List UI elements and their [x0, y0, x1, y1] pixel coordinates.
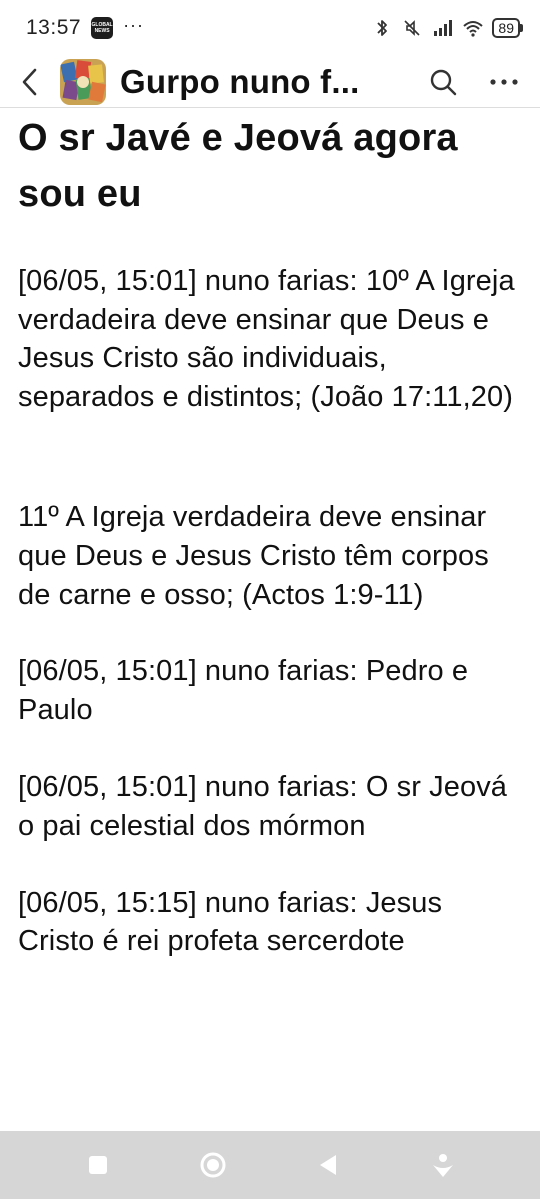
back-button[interactable]: [0, 56, 60, 108]
system-nav-bar: [0, 1131, 540, 1199]
back-arrow-icon: [22, 68, 37, 95]
bluetooth-icon: [372, 18, 392, 38]
notification-dots: ···: [123, 14, 145, 35]
status-right: 89: [372, 18, 523, 38]
back-icon: [319, 1155, 336, 1175]
more-icon: [490, 78, 518, 85]
recents-icon: [88, 1156, 107, 1174]
message-paragraph-5: [06/05, 15:15] nuno farias: Jesus Cristo…: [18, 886, 451, 958]
more-button[interactable]: [468, 56, 540, 108]
muted-icon: [402, 18, 422, 38]
battery-icon: 89: [492, 18, 523, 38]
status-left: 13:57 GLOBAL NEWS ···: [26, 14, 145, 40]
assistant-icon: [432, 1154, 453, 1177]
message-paragraph-1: [06/05, 15:01] nuno farias: 10º A Igreja…: [18, 265, 523, 413]
home-icon: [200, 1152, 225, 1178]
message-paragraph-3: [06/05, 15:01] nuno farias: Pedro e Paul…: [18, 655, 477, 726]
message-paragraph-2: 11º A Igreja verdadeira deve ensinar que…: [18, 501, 497, 611]
status-bar: 13:57 GLOBAL NEWS ··· 89: [0, 0, 540, 56]
recents-button[interactable]: [68, 1135, 128, 1195]
note-title: O sr Javé e Jeová agora sou eu: [18, 117, 458, 215]
search-button[interactable]: [418, 56, 468, 108]
signal-icon: [432, 18, 453, 38]
home-button[interactable]: [183, 1135, 243, 1195]
status-time: 13:57: [26, 16, 82, 39]
chat-title[interactable]: Gurpo nuno f...: [120, 63, 418, 101]
message-content[interactable]: O sr Javé e Jeová agora sou eu [06/05, 1…: [0, 108, 540, 1131]
chat-header: Gurpo nuno f...: [0, 56, 540, 108]
news-badge-line2: NEWS: [94, 28, 110, 34]
assistant-button[interactable]: [413, 1135, 473, 1195]
message-paragraph-4: [06/05, 15:01] nuno farias: O sr Jeová o…: [18, 771, 516, 842]
wifi-icon: [462, 18, 484, 38]
global-news-icon: GLOBAL NEWS: [91, 17, 114, 39]
group-avatar[interactable]: [60, 58, 106, 105]
back-nav-button[interactable]: [298, 1135, 358, 1195]
search-icon: [430, 69, 457, 95]
